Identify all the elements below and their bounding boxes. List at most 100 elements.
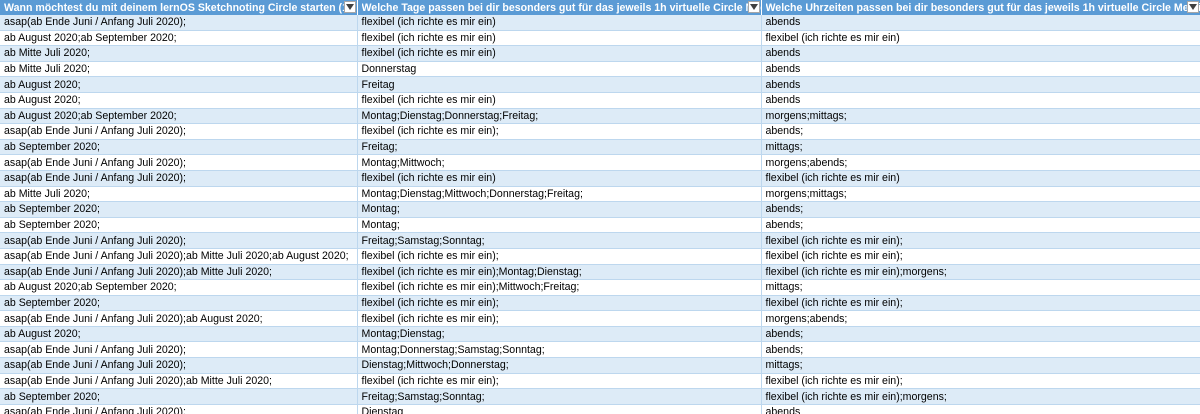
cell-start-date[interactable]: ab September 2020; bbox=[0, 217, 358, 234]
cell-start-date[interactable]: ab September 2020; bbox=[0, 139, 358, 156]
cell-start-date[interactable]: asap(ab Ende Juni / Anfang Juli 2020);ab… bbox=[0, 310, 358, 327]
cell-start-date[interactable]: ab September 2020; bbox=[0, 295, 358, 312]
cell-days[interactable]: flexibel (ich richte es mir ein); bbox=[357, 310, 762, 327]
cell-times[interactable]: abends bbox=[761, 45, 1200, 62]
cell-days[interactable]: Freitag; bbox=[357, 139, 762, 156]
table-row: ab August 2020; Montag;Dienstag; abends; bbox=[0, 326, 1200, 343]
cell-days[interactable]: Freitag bbox=[357, 76, 762, 93]
table-row: asap(ab Ende Juni / Anfang Juli 2020); Mo… bbox=[0, 341, 1200, 359]
cell-start-date[interactable]: asap(ab Ende Juni / Anfang Juli 2020);ab… bbox=[0, 248, 358, 265]
column-header-days[interactable]: Welche Tage passen bei dir besonders gut… bbox=[357, 0, 762, 15]
cell-days[interactable]: flexibel (ich richte es mir ein); bbox=[357, 123, 762, 140]
cell-days[interactable]: flexibel (ich richte es mir ein); bbox=[357, 373, 762, 390]
cell-start-date[interactable]: asap(ab Ende Juni / Anfang Juli 2020); bbox=[0, 232, 358, 249]
table-row: ab August 2020;ab September 2020; flexibe… bbox=[0, 30, 1200, 47]
cell-times[interactable]: morgens;abends; bbox=[761, 310, 1200, 327]
cell-times[interactable]: mittags; bbox=[761, 279, 1200, 296]
cell-days[interactable]: flexibel (ich richte es mir ein); bbox=[357, 248, 762, 265]
survey-results-table: Wann möchtest du mit deinem lernOS Sketc… bbox=[0, 0, 1200, 414]
cell-days[interactable]: flexibel (ich richte es mir ein); bbox=[357, 295, 762, 312]
cell-start-date[interactable]: ab Mitte Juli 2020; bbox=[0, 61, 358, 78]
cell-times[interactable]: abends bbox=[761, 76, 1200, 93]
cell-start-date[interactable]: ab August 2020;ab September 2020; bbox=[0, 279, 358, 296]
cell-start-date[interactable]: ab August 2020; bbox=[0, 76, 358, 93]
cell-start-date[interactable]: asap(ab Ende Juni / Anfang Juli 2020); bbox=[0, 123, 358, 140]
cell-times[interactable]: abends; bbox=[761, 123, 1200, 140]
cell-start-date[interactable]: asap(ab Ende Juni / Anfang Juli 2020); bbox=[0, 170, 358, 187]
cell-start-date[interactable]: asap(ab Ende Juni / Anfang Juli 2020); bbox=[0, 341, 358, 359]
table-row: ab September 2020; flexibel (ich richte e… bbox=[0, 295, 1200, 312]
column-header-times[interactable]: Welche Uhrzeiten passen bei dir besonder… bbox=[761, 0, 1200, 15]
cell-days[interactable]: flexibel (ich richte es mir ein) bbox=[357, 30, 762, 47]
cell-days[interactable]: Donnerstag bbox=[357, 61, 762, 78]
cell-start-date[interactable]: ab September 2020; bbox=[0, 201, 358, 218]
table-row: asap(ab Ende Juni / Anfang Juli 2020); fl… bbox=[0, 123, 1200, 140]
column-header-label: Welche Uhrzeiten passen bei dir besonder… bbox=[765, 1, 1200, 14]
column-header-start-date[interactable]: Wann möchtest du mit deinem lernOS Sketc… bbox=[0, 0, 358, 15]
cell-times[interactable]: abends; bbox=[761, 326, 1200, 343]
cell-times[interactable]: flexibel (ich richte es mir ein); bbox=[761, 248, 1200, 265]
cell-days[interactable]: flexibel (ich richte es mir ein) bbox=[357, 170, 762, 187]
cell-start-date[interactable]: asap(ab Ende Juni / Anfang Juli 2020);ab… bbox=[0, 373, 358, 390]
table-row: asap(ab Ende Juni / Anfang Juli 2020); fl… bbox=[0, 15, 1200, 31]
cell-start-date[interactable]: asap(ab Ende Juni / Anfang Juli 2020); bbox=[0, 154, 358, 171]
cell-days[interactable]: Montag;Dienstag;Donnerstag;Freitag; bbox=[357, 108, 762, 125]
cell-times[interactable]: flexibel (ich richte es mir ein); bbox=[761, 373, 1200, 390]
cell-days[interactable]: flexibel (ich richte es mir ein);Mittwoc… bbox=[357, 279, 762, 296]
cell-days[interactable]: Montag; bbox=[357, 217, 762, 234]
cell-start-date[interactable]: asap(ab Ende Juni / Anfang Juli 2020);ab… bbox=[0, 264, 358, 281]
cell-times[interactable]: flexibel (ich richte es mir ein);morgens… bbox=[761, 264, 1200, 281]
cell-start-date[interactable]: asap(ab Ende Juni / Anfang Juli 2020); bbox=[0, 404, 358, 414]
cell-times[interactable]: abends bbox=[761, 404, 1200, 414]
table-row: ab September 2020; Montag; abends; bbox=[0, 201, 1200, 218]
cell-start-date[interactable]: ab Mitte Juli 2020; bbox=[0, 186, 358, 203]
cell-times[interactable]: mittags; bbox=[761, 139, 1200, 156]
header-row: Wann möchtest du mit deinem lernOS Sketc… bbox=[0, 0, 1200, 15]
cell-times[interactable]: mittags; bbox=[761, 357, 1200, 374]
cell-times[interactable]: abends bbox=[761, 61, 1200, 78]
cell-times[interactable]: flexibel (ich richte es mir ein); bbox=[761, 232, 1200, 249]
cell-times[interactable]: abends bbox=[761, 92, 1200, 109]
cell-start-date[interactable]: asap(ab Ende Juni / Anfang Juli 2020); bbox=[0, 15, 358, 31]
cell-start-date[interactable]: ab August 2020; bbox=[0, 326, 358, 343]
cell-times[interactable]: abends; bbox=[761, 201, 1200, 218]
cell-times[interactable]: abends; bbox=[761, 341, 1200, 359]
cell-start-date[interactable]: ab August 2020;ab September 2020; bbox=[0, 108, 358, 125]
cell-days[interactable]: Montag;Dienstag;Mittwoch;Donnerstag;Frei… bbox=[357, 186, 762, 203]
cell-days[interactable]: flexibel (ich richte es mir ein) bbox=[357, 92, 762, 109]
cell-days[interactable]: Freitag;Samstag;Sonntag; bbox=[357, 388, 762, 405]
cell-days[interactable]: Montag;Donnerstag;Samstag;Sonntag; bbox=[357, 341, 762, 359]
column-header-label: Welche Tage passen bei dir besonders gut… bbox=[361, 1, 761, 14]
cell-days[interactable]: Dienstag;Mittwoch;Donnerstag; bbox=[357, 357, 762, 374]
cell-times[interactable]: flexibel (ich richte es mir ein);morgens… bbox=[761, 388, 1200, 405]
cell-start-date[interactable]: ab August 2020;ab September 2020; bbox=[0, 30, 358, 47]
cell-days[interactable]: flexibel (ich richte es mir ein) bbox=[357, 15, 762, 31]
filter-dropdown-icon[interactable] bbox=[747, 1, 760, 13]
cell-times[interactable]: morgens;abends; bbox=[761, 154, 1200, 171]
cell-times[interactable]: flexibel (ich richte es mir ein) bbox=[761, 30, 1200, 47]
table-row: ab August 2020; flexibel (ich richte es m… bbox=[0, 92, 1200, 109]
cell-times[interactable]: abends bbox=[761, 15, 1200, 31]
cell-days[interactable]: flexibel (ich richte es mir ein);Montag;… bbox=[357, 264, 762, 281]
cell-start-date[interactable]: ab August 2020; bbox=[0, 92, 358, 109]
cell-times[interactable]: morgens;mittags; bbox=[761, 108, 1200, 125]
cell-start-date[interactable]: asap(ab Ende Juni / Anfang Juli 2020); bbox=[0, 357, 358, 374]
cell-start-date[interactable]: ab September 2020; bbox=[0, 388, 358, 405]
table-row: ab August 2020; Freitag abends bbox=[0, 76, 1200, 93]
filter-dropdown-icon[interactable] bbox=[1186, 1, 1199, 13]
cell-days[interactable]: Montag; bbox=[357, 201, 762, 218]
table-row: asap(ab Ende Juni / Anfang Juli 2020); Mo… bbox=[0, 154, 1200, 171]
cell-days[interactable]: Dienstag bbox=[357, 404, 762, 414]
filter-dropdown-icon[interactable] bbox=[343, 1, 356, 13]
cell-days[interactable]: flexibel (ich richte es mir ein) bbox=[357, 45, 762, 62]
cell-times[interactable]: morgens;mittags; bbox=[761, 186, 1200, 203]
cell-times[interactable]: flexibel (ich richte es mir ein); bbox=[761, 295, 1200, 312]
table-row: ab Mitte Juli 2020; Donnerstag abends bbox=[0, 61, 1200, 78]
cell-days[interactable]: Freitag;Samstag;Sonntag; bbox=[357, 232, 762, 249]
cell-days[interactable]: Montag;Dienstag; bbox=[357, 326, 762, 343]
cell-start-date[interactable]: ab Mitte Juli 2020; bbox=[0, 45, 358, 62]
cell-times[interactable]: flexibel (ich richte es mir ein) bbox=[761, 170, 1200, 187]
table-row: asap(ab Ende Juni / Anfang Juli 2020);ab… bbox=[0, 373, 1200, 390]
cell-times[interactable]: abends; bbox=[761, 217, 1200, 234]
cell-days[interactable]: Montag;Mittwoch; bbox=[357, 154, 762, 171]
